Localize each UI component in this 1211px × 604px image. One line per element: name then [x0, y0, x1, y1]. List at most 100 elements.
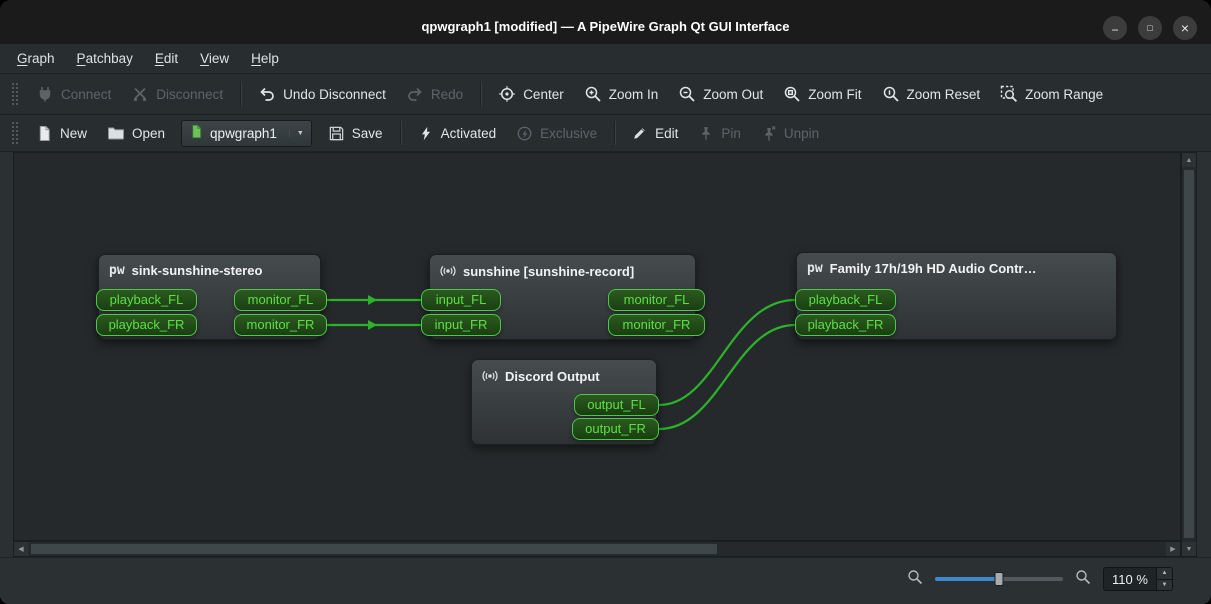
- toolbar-drag-handle[interactable]: [12, 122, 18, 144]
- center-button[interactable]: Center: [488, 80, 574, 108]
- center-icon: [498, 85, 516, 103]
- disconnect-button[interactable]: Disconnect: [121, 80, 233, 108]
- patchbay-combobox-value: qpwgraph1: [210, 125, 277, 141]
- zoom-value[interactable]: 110 %: [1104, 572, 1156, 587]
- vertical-scrollbar-thumb[interactable]: [1183, 169, 1195, 539]
- port-monitor-fr[interactable]: monitor_FR: [234, 314, 327, 336]
- scroll-right-button[interactable]: ▶: [1166, 542, 1180, 556]
- vertical-scrollbar[interactable]: ▲ ▼: [1181, 152, 1197, 557]
- edit-pencil-icon: [632, 125, 648, 141]
- port-playback-fr[interactable]: playback_FR: [795, 314, 896, 336]
- disconnect-icon: [131, 85, 149, 103]
- spin-down-icon: ▼: [1161, 581, 1168, 588]
- graph-canvas[interactable]: pw sink-sunshine-stereo playback_FL play…: [13, 152, 1181, 541]
- pipewire-icon: pw: [109, 263, 125, 278]
- titlebar[interactable]: qpwgraph1 [modified] — A PipeWire Graph …: [0, 0, 1211, 44]
- spin-up-icon: ▲: [1161, 570, 1168, 577]
- menu-help[interactable]: Help: [240, 46, 290, 71]
- zoom-spin-down-button[interactable]: ▼: [1157, 578, 1172, 590]
- connect-icon: [36, 85, 54, 103]
- unpin-icon: [761, 125, 777, 142]
- patchbay-combobox[interactable]: qpwgraph1 ▼: [181, 119, 312, 147]
- connections-layer: [325, 295, 797, 431]
- zoom-range-button[interactable]: Zoom Range: [990, 80, 1113, 108]
- pin-button[interactable]: Pin: [688, 120, 751, 147]
- pipewire-icon: pw: [807, 261, 823, 276]
- zoom-reset-icon: [882, 85, 900, 103]
- zoom-range-icon: [1000, 85, 1018, 103]
- monitor-icon: [482, 368, 498, 384]
- port-input-fr[interactable]: input_FR: [421, 314, 501, 336]
- file-toolbar: New Open qpwgraph1 ▼ Save Activated Excl…: [0, 115, 1211, 152]
- redo-button[interactable]: Redo: [396, 80, 473, 108]
- zoom-out-button[interactable]: Zoom Out: [668, 80, 773, 108]
- unpin-button[interactable]: Unpin: [751, 120, 829, 147]
- scroll-left-button[interactable]: ◀: [14, 542, 28, 556]
- scroll-down-icon: ▼: [1185, 545, 1193, 553]
- connection-wire[interactable]: [657, 323, 797, 431]
- activated-button[interactable]: Activated: [408, 120, 507, 147]
- connect-button[interactable]: Connect: [26, 80, 121, 108]
- minimize-button[interactable]: −: [1103, 16, 1127, 40]
- new-button[interactable]: New: [26, 120, 97, 147]
- chevron-down-icon[interactable]: ▼: [288, 129, 304, 137]
- port-input-fl[interactable]: input_FL: [421, 289, 501, 311]
- exclusive-button[interactable]: Exclusive: [506, 120, 607, 147]
- node-title: sunshine [sunshine-record]: [463, 263, 635, 279]
- menubar: Graph Patchbay Edit View Help: [0, 44, 1211, 74]
- menu-edit[interactable]: Edit: [144, 46, 189, 71]
- horizontal-scrollbar-thumb[interactable]: [30, 543, 718, 555]
- zoom-fit-button[interactable]: Zoom Fit: [773, 80, 871, 108]
- node-title: sink-sunshine-stereo: [131, 263, 263, 278]
- window-controls: − □ ×: [1103, 16, 1197, 40]
- zoom-in-icon: [1075, 569, 1091, 590]
- window-title: qpwgraph1 [modified] — A PipeWire Graph …: [421, 18, 790, 34]
- port-playback-fl[interactable]: playback_FL: [795, 289, 896, 311]
- port-playback-fr[interactable]: playback_FR: [96, 314, 197, 336]
- zoom-spin-up-button[interactable]: ▲: [1157, 568, 1172, 579]
- zoom-slider-handle[interactable]: [994, 572, 1004, 586]
- open-button[interactable]: Open: [97, 119, 175, 147]
- zoom-in-button[interactable]: Zoom In: [574, 80, 669, 108]
- pin-icon: [698, 125, 714, 142]
- port-monitor-fl[interactable]: monitor_FL: [608, 289, 705, 311]
- close-icon: ×: [1180, 20, 1190, 36]
- horizontal-scrollbar[interactable]: ◀ ▶: [13, 541, 1181, 557]
- menu-view[interactable]: View: [189, 46, 240, 71]
- port-output-fr[interactable]: output_FR: [572, 418, 659, 440]
- undo-disconnect-button[interactable]: Undo Disconnect: [248, 80, 396, 108]
- save-button[interactable]: Save: [318, 120, 393, 147]
- toolbar-separator: [614, 121, 616, 145]
- edit-button[interactable]: Edit: [622, 120, 688, 146]
- scroll-up-button[interactable]: ▲: [1182, 153, 1196, 167]
- node-title: Family 17h/19h HD Audio Contr…: [829, 261, 1037, 276]
- menu-graph[interactable]: Graph: [6, 46, 66, 71]
- node-title: Discord Output: [505, 368, 600, 384]
- scroll-left-icon: ◀: [18, 546, 24, 553]
- zoom-spinbox[interactable]: 110 % ▲ ▼: [1103, 567, 1173, 591]
- activated-bolt-icon: [418, 125, 434, 142]
- scroll-down-button[interactable]: ▼: [1182, 542, 1196, 556]
- zoom-slider[interactable]: [935, 571, 1063, 587]
- exclusive-icon: [516, 125, 533, 142]
- undo-icon: [258, 85, 276, 103]
- menu-patchbay[interactable]: Patchbay: [66, 46, 144, 71]
- port-playback-fl[interactable]: playback_FL: [96, 289, 197, 311]
- zoom-out-icon: [678, 85, 696, 103]
- maximize-button[interactable]: □: [1138, 16, 1162, 40]
- zoom-reset-button[interactable]: Zoom Reset: [872, 80, 991, 108]
- new-file-icon: [36, 125, 53, 142]
- scroll-up-icon: ▲: [1185, 156, 1193, 164]
- port-monitor-fl[interactable]: monitor_FL: [234, 289, 327, 311]
- port-monitor-fr[interactable]: monitor_FR: [608, 314, 705, 336]
- app-window: qpwgraph1 [modified] — A PipeWire Graph …: [0, 0, 1211, 604]
- patchbay-file-icon: [189, 124, 204, 142]
- close-button[interactable]: ×: [1173, 16, 1197, 40]
- monitor-icon: [440, 263, 456, 279]
- port-output-fl[interactable]: output_FL: [574, 394, 659, 416]
- toolbar-drag-handle[interactable]: [12, 83, 18, 105]
- graph-toolbar: Connect Disconnect Undo Disconnect Redo …: [0, 74, 1211, 115]
- scroll-right-icon: ▶: [1170, 546, 1176, 553]
- save-icon: [328, 125, 345, 142]
- connection-arrow-icon: [368, 295, 377, 305]
